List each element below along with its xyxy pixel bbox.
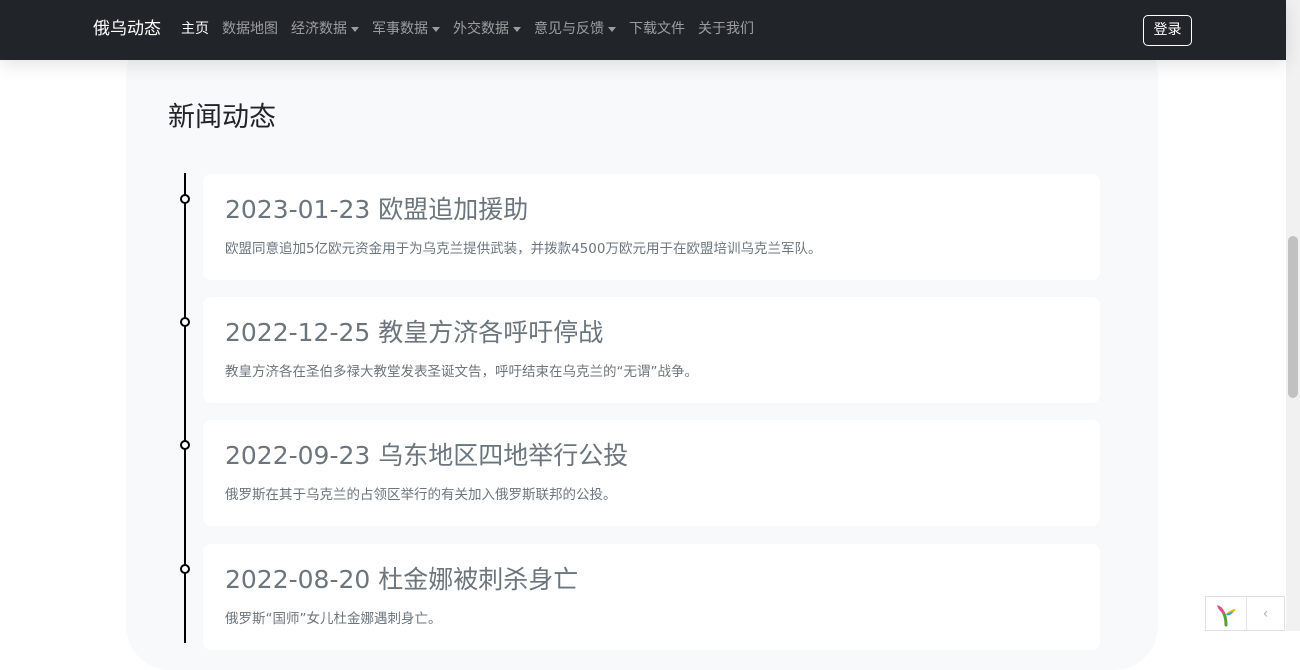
news-card-text: 俄罗斯“国师”女儿杜金娜遇刺身亡。	[225, 611, 442, 627]
news-card-title: 2022-08-20 杜金娜被刺杀身亡	[225, 565, 579, 594]
brand-logo-text[interactable]: 俄乌动态	[93, 17, 161, 41]
nav-item-label: 主页	[181, 21, 209, 37]
news-card: 2022-09-23 乌东地区四地举行公投 俄罗斯在其于乌克兰的占领区举行的有关…	[203, 420, 1100, 526]
nav-item-label: 外交数据	[453, 21, 509, 37]
nav-item-label: 意见与反馈	[534, 21, 604, 37]
caret-down-icon	[351, 27, 359, 32]
nav-item-label: 军事数据	[372, 21, 428, 37]
chevron-left-icon[interactable]: ‹	[1247, 597, 1284, 630]
login-button[interactable]: 登录	[1143, 15, 1192, 46]
news-card-title: 2022-09-23 乌东地区四地举行公投	[225, 441, 629, 470]
news-card-text: 教皇方济各在圣伯多禄大教堂发表圣诞文告，呼吁结束在乌克兰的“无谓”战争。	[225, 364, 698, 380]
nav-menu: 主页 数据地图 经济数据 军事数据 外交数据 意见与反馈 下载文件 关于我们	[181, 19, 767, 39]
timeline-dot	[180, 194, 190, 204]
nav-item-military-data[interactable]: 军事数据	[372, 19, 440, 39]
page-title: 新闻动态	[168, 102, 276, 133]
news-card-text: 俄罗斯在其于乌克兰的占领区举行的有关加入俄罗斯联邦的公投。	[225, 487, 617, 503]
nav-item-label: 关于我们	[698, 21, 754, 37]
caret-down-icon	[432, 27, 440, 32]
nav-item-economic-data[interactable]: 经济数据	[291, 19, 359, 39]
nav-item-about[interactable]: 关于我们	[698, 19, 754, 39]
news-card-text: 欧盟同意追加5亿欧元资金用于为乌克兰提供武装，并拨款4500万欧元用于在欧盟培训…	[225, 241, 822, 257]
nav-item-label: 经济数据	[291, 21, 347, 37]
news-card: 2022-08-20 杜金娜被刺杀身亡 俄罗斯“国师”女儿杜金娜遇刺身亡。	[203, 544, 1100, 650]
nav-item-data-map[interactable]: 数据地图	[222, 19, 278, 39]
timeline-dot	[180, 317, 190, 327]
floating-widget[interactable]: ‹	[1205, 596, 1285, 631]
nav-item-feedback[interactable]: 意见与反馈	[534, 19, 616, 39]
caret-down-icon	[513, 27, 521, 32]
news-card: 2022-12-25 教皇方济各呼吁停战 教皇方济各在圣伯多禄大教堂发表圣诞文告…	[203, 297, 1100, 403]
timeline-dot	[180, 564, 190, 574]
news-card: 2023-01-23 欧盟追加援助 欧盟同意追加5亿欧元资金用于为乌克兰提供武装…	[203, 174, 1100, 280]
news-card-title: 2022-12-25 教皇方济各呼吁停战	[225, 318, 604, 347]
sprout-logo-icon[interactable]	[1206, 597, 1247, 630]
nav-item-label: 数据地图	[222, 21, 278, 37]
nav-item-label: 下载文件	[629, 21, 685, 37]
nav-item-diplomatic-data[interactable]: 外交数据	[453, 19, 521, 39]
scrollbar-thumb[interactable]	[1288, 236, 1298, 398]
timeline-dot	[180, 440, 190, 450]
nav-item-home[interactable]: 主页	[181, 19, 209, 39]
caret-down-icon	[608, 27, 616, 32]
news-card-title: 2023-01-23 欧盟追加援助	[225, 195, 529, 224]
top-navbar: 俄乌动态 主页 数据地图 经济数据 军事数据 外交数据 意见与反馈 下载文件 关…	[0, 0, 1286, 60]
nav-item-download[interactable]: 下载文件	[629, 19, 685, 39]
